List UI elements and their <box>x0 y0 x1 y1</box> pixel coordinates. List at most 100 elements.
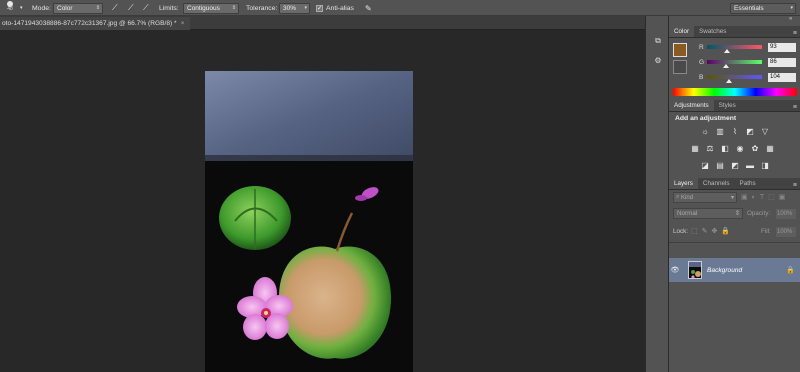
canvas-area[interactable] <box>0 31 645 372</box>
panel-menu-icon[interactable]: ≡ <box>793 30 797 37</box>
channel-mixer-icon[interactable]: ✿ <box>749 143 761 154</box>
tab-styles[interactable]: Styles <box>714 100 741 111</box>
chevron-down-icon: ▾ <box>20 5 23 11</box>
pen-pressure-icon[interactable]: ✎ <box>365 4 372 13</box>
posterize-icon[interactable]: ▤ <box>714 160 726 171</box>
sampling-once-icon[interactable]: ⟋ <box>128 3 134 13</box>
panel-menu-icon[interactable]: ≡ <box>793 104 797 111</box>
eye-icon[interactable]: 👁 <box>669 266 681 274</box>
limits-value: Contiguous <box>187 4 220 12</box>
chevron-updown-icon: ⇕ <box>95 5 100 11</box>
search-icon: ⌕ <box>676 194 680 200</box>
blend-mode-dropdown[interactable]: Normal ⇕ <box>673 208 743 219</box>
checkmark-icon: ✓ <box>316 4 323 12</box>
lock-icons[interactable]: ⬚✎✥🔒 <box>691 227 734 235</box>
layer-name: Background <box>707 266 743 274</box>
mode-value: Color <box>57 4 73 12</box>
layer-filter-dropdown[interactable]: ⌕ Kind ▾ <box>673 192 737 203</box>
mode-label: Mode: <box>32 4 51 12</box>
color-lookup-icon[interactable]: ▦ <box>764 143 776 154</box>
selective-color-icon[interactable]: ◨ <box>759 160 771 171</box>
blue-label: B <box>699 73 704 81</box>
history-icon[interactable]: ⧉ <box>652 36 664 48</box>
properties-icon[interactable]: ⚙ <box>652 56 664 68</box>
panels-column: « Color Swatches ≡ R 93 G 86 B 104 Adjus… <box>669 16 800 372</box>
blue-value[interactable]: 104 <box>768 72 796 82</box>
antialias-label: Anti-alias <box>326 4 354 12</box>
curves-icon[interactable]: ⌇ <box>729 126 741 137</box>
green-thumb[interactable] <box>722 64 729 68</box>
close-icon[interactable]: × <box>181 20 185 27</box>
thumbnail-image <box>689 262 701 278</box>
green-slider-row[interactable]: G 86 <box>699 56 797 68</box>
red-track[interactable] <box>707 45 762 53</box>
layer-filter-icons[interactable]: ▣◐T⬚▣ <box>741 193 789 201</box>
brush-preset-picker[interactable]: 48 <box>2 0 18 16</box>
foreground-color-swatch[interactable] <box>673 43 687 57</box>
exposure-icon[interactable]: ◩ <box>744 126 756 137</box>
panel-dock-strip: ⧉ ⚙ <box>645 16 669 372</box>
filter-kind-value: Kind <box>681 194 694 201</box>
document-image[interactable] <box>205 71 413 372</box>
tab-color[interactable]: Color <box>669 26 695 37</box>
mode-dropdown[interactable]: Color ⇕ <box>53 2 103 14</box>
tolerance-label: Tolerance: <box>246 4 278 12</box>
tab-layers[interactable]: Layers <box>669 178 698 189</box>
tab-paths[interactable]: Paths <box>735 178 761 189</box>
green-label: G <box>699 58 705 66</box>
tolerance-input[interactable]: 30% ▾ <box>279 2 310 14</box>
blue-thumb[interactable] <box>726 79 733 83</box>
adjustment-icons-row-2: ▦ ⚖ ◧ ◉ ✿ ▦ <box>689 143 800 156</box>
brush-size: 48 <box>7 6 13 12</box>
panel-menu-icon[interactable]: ≡ <box>793 182 797 189</box>
adjustment-icons-row-1: ☼ ▥ ⌇ ◩ ▽ <box>699 126 800 139</box>
layers-panel-tabs: Layers Channels Paths ≡ <box>669 178 800 190</box>
blue-track[interactable] <box>707 75 762 83</box>
background-color-swatch[interactable] <box>673 60 687 74</box>
sampling-continuous-icon[interactable]: ⟋ <box>112 3 118 13</box>
color-balance-icon[interactable]: ⚖ <box>704 143 716 154</box>
photoshop-window: 48 ▾ Mode: Color ⇕ ⟋ ⟋ ⟋ Limits: Contiguo… <box>0 0 800 372</box>
document-tab[interactable]: oto-1471943038886-87c772c31367.jpg @ 66.… <box>0 17 190 30</box>
levels-icon[interactable]: ▥ <box>714 126 726 137</box>
brush-dropdown-arrow[interactable]: ▾ <box>20 0 23 16</box>
brightness-icon[interactable]: ☼ <box>699 126 711 137</box>
tab-adjustments[interactable]: Adjustments <box>669 100 714 111</box>
hue-saturation-icon[interactable]: ▦ <box>689 143 701 154</box>
layer-thumbnail <box>688 261 702 279</box>
fill-input[interactable]: 100% <box>776 227 796 237</box>
limits-dropdown[interactable]: Contiguous ⇕ <box>183 2 239 14</box>
lock-label: Lock: <box>673 228 689 235</box>
antialias-checkbox[interactable]: ✓ Anti-alias <box>316 0 354 16</box>
options-bar: 48 ▾ Mode: Color ⇕ ⟋ ⟋ ⟋ Limits: Contiguo… <box>0 0 800 16</box>
sampling-background-icon[interactable]: ⟋ <box>143 3 149 13</box>
invert-icon[interactable]: ◪ <box>699 160 711 171</box>
chevron-down-icon: ▾ <box>790 5 793 11</box>
red-value[interactable]: 93 <box>768 42 796 52</box>
chevron-updown-icon: ⇕ <box>734 210 740 217</box>
photo-filter-icon[interactable]: ◉ <box>734 143 746 154</box>
fill-label: Fill: <box>761 228 771 235</box>
black-white-icon[interactable]: ◧ <box>719 143 731 154</box>
workspace-value: Essentials <box>734 4 764 12</box>
gradient-map-icon[interactable]: ▬ <box>744 160 756 171</box>
vibrance-icon[interactable]: ▽ <box>759 126 771 137</box>
workspace-switcher[interactable]: Essentials ▾ <box>730 2 796 14</box>
green-track[interactable] <box>707 60 762 68</box>
layer-row-background[interactable]: 👁 Background 🔒 <box>669 258 800 282</box>
threshold-icon[interactable]: ◩ <box>729 160 741 171</box>
blue-slider-row[interactable]: B 104 <box>699 71 797 83</box>
red-slider-row[interactable]: R 93 <box>699 41 797 53</box>
opacity-label: Opacity: <box>747 210 771 217</box>
chevron-down-icon: ▾ <box>730 195 734 201</box>
tab-swatches[interactable]: Swatches <box>694 26 731 37</box>
tab-channels[interactable]: Channels <box>698 178 735 189</box>
divider <box>669 242 800 243</box>
color-spectrum-bar[interactable] <box>673 88 797 96</box>
opacity-input[interactable]: 100% <box>776 209 796 219</box>
red-thumb[interactable] <box>724 49 731 53</box>
green-value[interactable]: 86 <box>768 57 796 67</box>
chevron-down-icon: ▾ <box>304 5 307 11</box>
collapse-panels-icon[interactable]: « <box>789 16 792 22</box>
tolerance-value: 30% <box>283 4 297 12</box>
